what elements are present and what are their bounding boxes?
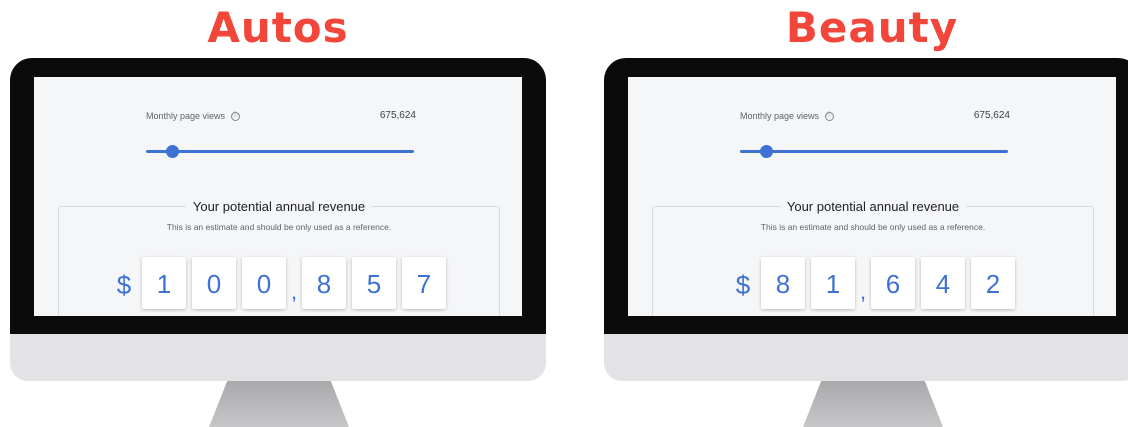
page-views-slider-track[interactable] <box>146 150 414 153</box>
revenue-box: Your potential annual revenue This is an… <box>58 199 500 316</box>
monthly-page-views-label: Monthly page views ⓘ <box>740 111 834 122</box>
revenue-title: Your potential annual revenue <box>185 199 373 214</box>
page-views-slider-track[interactable] <box>740 150 1008 153</box>
monthly-page-views-value: 675,624 <box>379 110 416 121</box>
revenue-subtitle: This is an estimate and should be only u… <box>760 222 986 232</box>
monthly-page-views-value: 675,624 <box>973 110 1010 121</box>
monitor-chin <box>604 334 1128 381</box>
digit-card: 7 <box>402 257 446 309</box>
monitor-chin <box>10 334 546 381</box>
thousands-separator: , <box>859 279 867 304</box>
panel-beauty: Beauty Monthly page views ⓘ 675,624 Your… <box>598 0 1128 427</box>
digit-card: 0 <box>242 257 286 309</box>
category-title: Autos <box>207 3 349 52</box>
calculator-screen: Monthly page views ⓘ 675,624 Your potent… <box>34 77 522 316</box>
monitor-stand <box>803 381 943 427</box>
digit-card: 8 <box>302 257 346 309</box>
calculator-screen: Monthly page views ⓘ 675,624 Your potent… <box>628 77 1116 316</box>
page-views-slider-thumb[interactable] <box>760 145 774 158</box>
cropped-link <box>788 77 908 81</box>
category-title: Beauty <box>785 3 959 52</box>
info-icon[interactable]: ⓘ <box>824 112 834 122</box>
digit-card: 1 <box>142 257 186 309</box>
panel-autos: Autos Monthly page views ⓘ 675,624 Your … <box>4 0 552 427</box>
monthly-page-views-label: Monthly page views ⓘ <box>146 111 240 122</box>
cropped-link <box>194 77 314 81</box>
digit-card: 8 <box>761 257 805 309</box>
revenue-digits: $ 8 1 , 6 4 2 <box>653 257 1093 316</box>
currency-symbol: $ <box>735 270 751 300</box>
revenue-box: Your potential annual revenue This is an… <box>652 199 1094 316</box>
info-icon[interactable]: ⓘ <box>230 112 240 122</box>
digit-card: 1 <box>811 257 855 309</box>
digit-card: 5 <box>352 257 396 309</box>
digit-card: 0 <box>192 257 236 309</box>
digit-card: 2 <box>971 257 1015 309</box>
page-views-slider-thumb[interactable] <box>166 145 180 158</box>
digit-card: 6 <box>871 257 915 309</box>
monitor-stand <box>209 381 349 427</box>
revenue-title: Your potential annual revenue <box>779 199 967 214</box>
thousands-separator: , <box>290 279 298 304</box>
currency-symbol: $ <box>116 270 132 300</box>
digit-card: 4 <box>921 257 965 309</box>
revenue-subtitle: This is an estimate and should be only u… <box>166 222 392 232</box>
revenue-digits: $ 1 0 0 , 8 5 7 <box>59 257 499 316</box>
